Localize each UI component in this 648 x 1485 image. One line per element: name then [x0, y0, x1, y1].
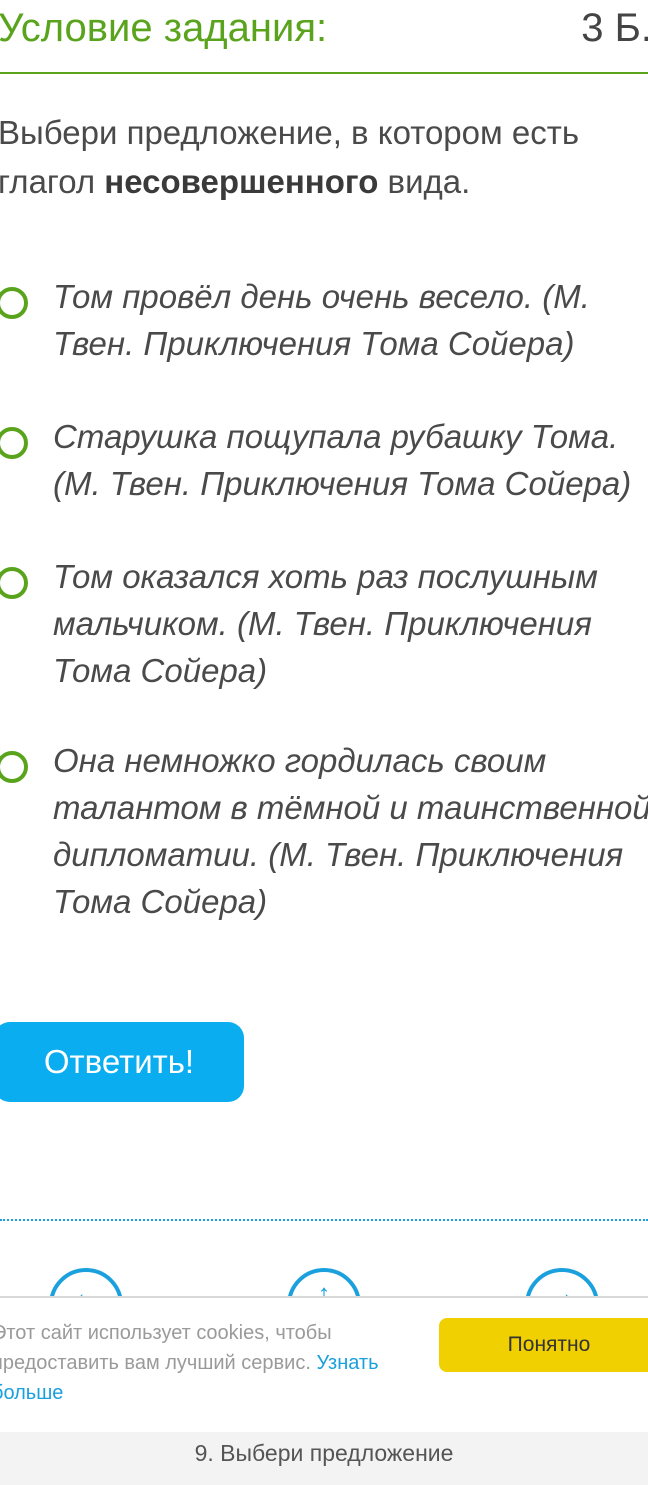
question-part-2: вида.	[378, 163, 471, 200]
divider	[0, 1219, 648, 1221]
task-header: Условие задания: 3 Б.	[0, 0, 648, 74]
task-title: Условие задания:	[0, 6, 328, 50]
radio-button[interactable]	[0, 287, 28, 319]
cookie-message: Этот сайт использует cookies, чтобы пред…	[0, 1322, 332, 1374]
cookie-text: Этот сайт использует cookies, чтобы пред…	[0, 1318, 392, 1408]
submit-answer-button[interactable]: Ответить!	[0, 1022, 244, 1102]
question-text: Выбери предложение, в котором есть глаго…	[0, 108, 628, 206]
option-text: Том оказался хоть раз послушным мальчико…	[53, 558, 598, 689]
question-emphasis: несовершенного	[104, 163, 379, 200]
cookie-accept-button[interactable]: Понятно	[439, 1318, 648, 1372]
footer-bar: 9. Выбери предложение	[0, 1432, 648, 1485]
option-text: Старушка пощупала рубашку Тома. (М. Твен…	[53, 418, 632, 502]
cookie-banner: Этот сайт использует cookies, чтобы пред…	[0, 1296, 648, 1434]
option-text: Она немножко гордилась своим талантом в …	[53, 742, 648, 920]
footer-title: 9. Выбери предложение	[194, 1440, 454, 1466]
radio-button[interactable]	[0, 567, 28, 599]
radio-button[interactable]	[0, 751, 28, 783]
option-text: Том провёл день очень весело. (М. Твен. …	[53, 278, 590, 362]
task-points: 3 Б.	[581, 6, 648, 50]
radio-button[interactable]	[0, 427, 28, 459]
